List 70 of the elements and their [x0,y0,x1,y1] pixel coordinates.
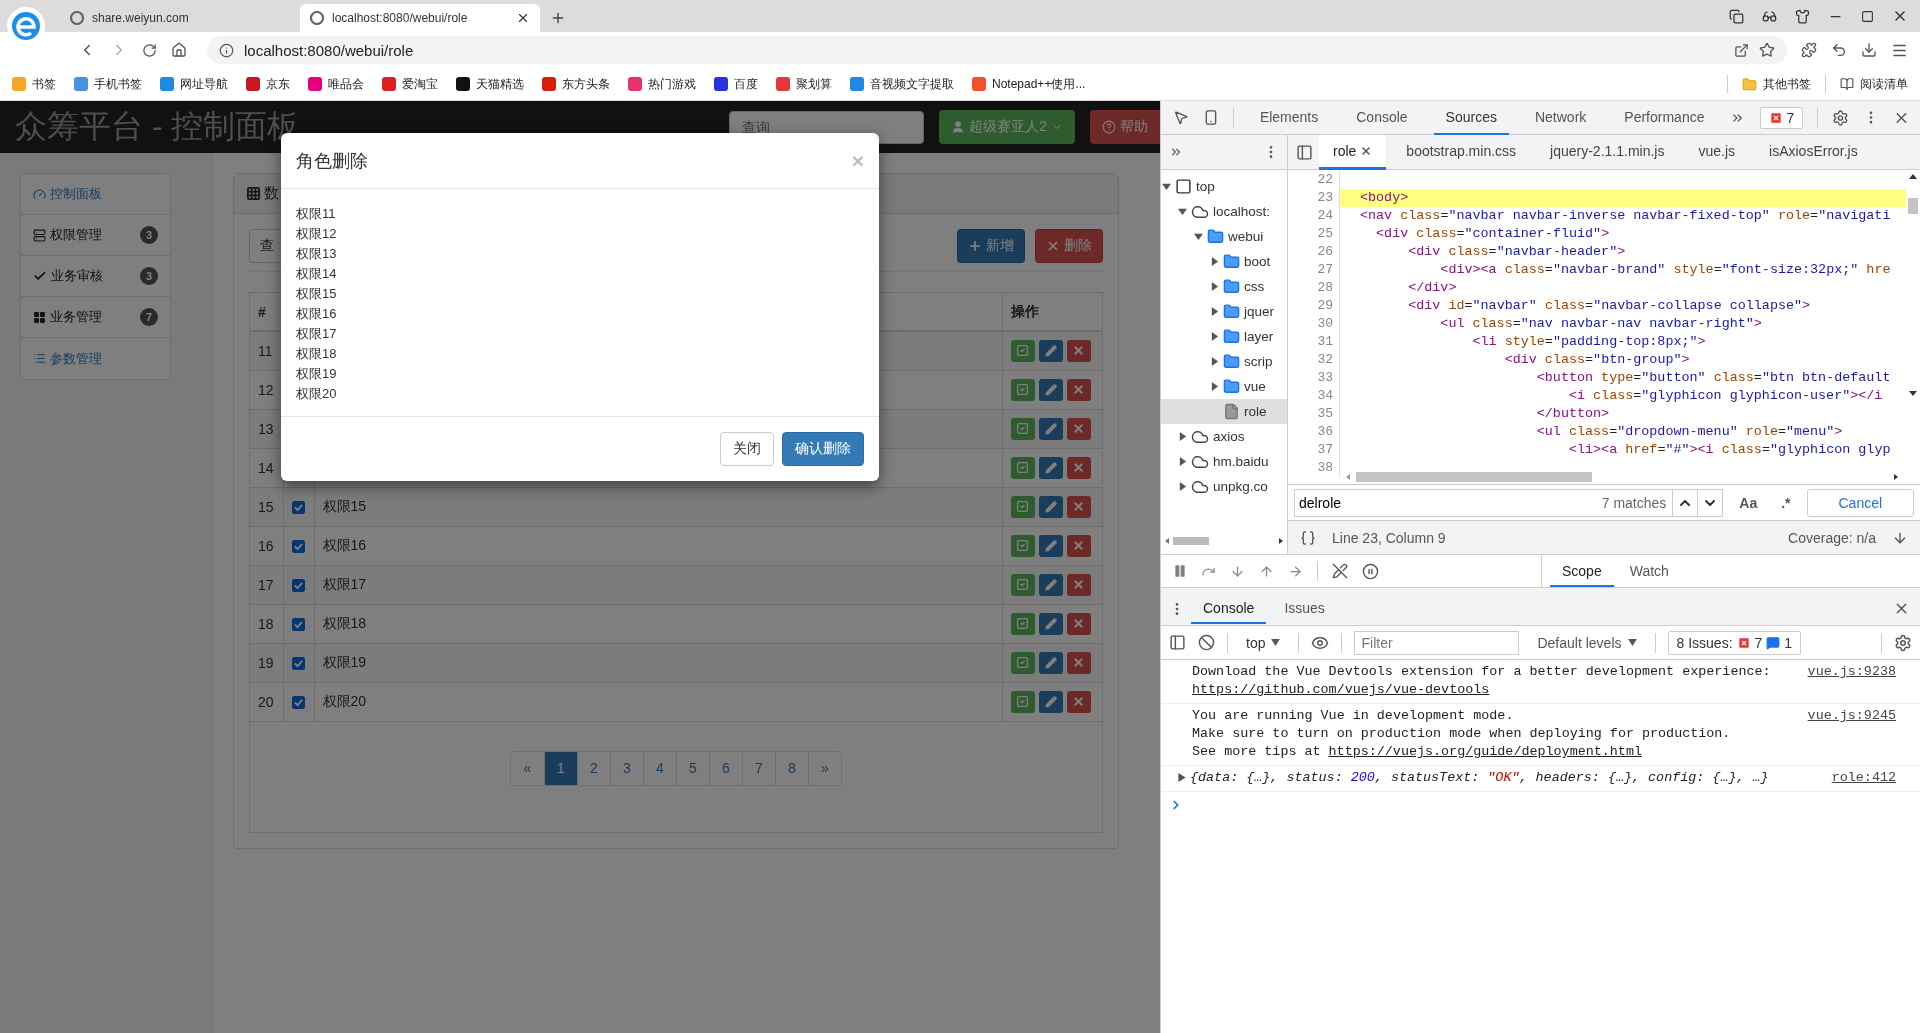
permission-name: 权限19 [296,365,338,383]
code-line: <li><a href="#"><i class="glyphicon glyp [1567,441,1892,459]
row-number: 18 [258,615,274,632]
permission-name: 权限16 [322,536,367,553]
line-number: 24 [1288,207,1340,225]
row-number: 12 [258,381,274,398]
code-line: <ul class="nav navbar-nav navbar-right"> [1439,315,1763,333]
code-line: <div id="navbar" class="navbar-collapse collapse"> [1407,297,1812,315]
line-number: 34 [1288,387,1340,405]
permission-name: 权限20 [296,385,338,403]
row-number: 20 [258,693,274,710]
code-line: <div class="container-fluid"> [1375,225,1611,243]
coverage-status: Coverage: n/a [1788,529,1876,546]
permission-name: 权限20 [322,692,367,709]
permission-name: 权限15 [322,497,367,514]
line-number: 38 [1288,459,1340,477]
line-number: 32 [1288,351,1340,369]
match-count: 7 matches [1600,494,1668,511]
row-number: 11 [258,342,273,359]
code-line: <button type="button" class="btn btn-default [1535,369,1892,387]
line-number: 22 [1288,171,1340,189]
permission-name: 权限18 [296,345,338,363]
row-number: 15 [258,498,274,515]
code-line: </div> [1407,279,1458,297]
console-text: You are running Vue in development mode. [1192,707,1514,725]
cursor-position: Line 23, Column 9 [1332,529,1446,546]
code-line: <div><a class="navbar-brand" style="font-size:32px;" hre [1439,261,1892,279]
console-text: See more tips at [1192,743,1321,761]
line-number: 35 [1288,405,1340,423]
code-line: <nav class="navbar navbar-inverse navbar-fixed-top" role="navigati [1359,207,1892,225]
console-text: Make sure to turn on production mode when deploying for production. [1192,725,1731,743]
permission-name: 权限19 [322,653,367,670]
permission-name: 权限15 [296,285,338,303]
permission-name: 权限11 [296,205,337,223]
line-number: 36 [1288,423,1340,441]
line-number: 31 [1288,333,1340,351]
permission-name: 权限12 [296,225,338,243]
code-line: <div class="navbar-header"> [1407,243,1627,261]
line-number: 30 [1288,315,1340,333]
code-line: <ul class="dropdown-menu" role="menu"> [1535,423,1844,441]
line-number: 29 [1288,297,1340,315]
code-line: <div class="btn-group"> [1503,351,1691,369]
count-badge: 3 [140,226,158,244]
count-badge: 3 [140,267,158,285]
row-number: 14 [258,459,274,476]
permission-name: 权限16 [296,305,338,323]
line-number: 28 [1288,279,1340,297]
column-header: 操作 [1010,302,1039,319]
permission-name: 权限13 [296,245,338,263]
line-number: 25 [1288,225,1340,243]
code-line: <li style="padding-top:8px;"> [1471,333,1707,351]
row-number: 17 [258,576,274,593]
line-number: 37 [1288,441,1340,459]
row-number: 16 [258,537,274,554]
row-number: 13 [258,420,274,437]
column-header: # [258,303,266,320]
permission-name: 权限14 [296,265,338,283]
dialog-title: 角色删除 [296,149,369,173]
panel-heading: 数 [264,184,279,203]
code-line: </button> [1535,405,1611,423]
permission-name: 权限18 [322,614,367,631]
permission-name: 权限17 [296,325,338,343]
count-badge: 7 [140,308,158,326]
line-number: 26 [1288,243,1340,261]
code-line: <i class="glyphicon glyphicon-user"></i [1567,387,1884,405]
permission-name: 权限17 [322,575,367,592]
line-number: 33 [1288,369,1340,387]
line-number: 27 [1288,261,1340,279]
row-number: 19 [258,654,274,671]
console-text: Download the Vue Devtools extension for a better development experience: [1192,663,1771,681]
